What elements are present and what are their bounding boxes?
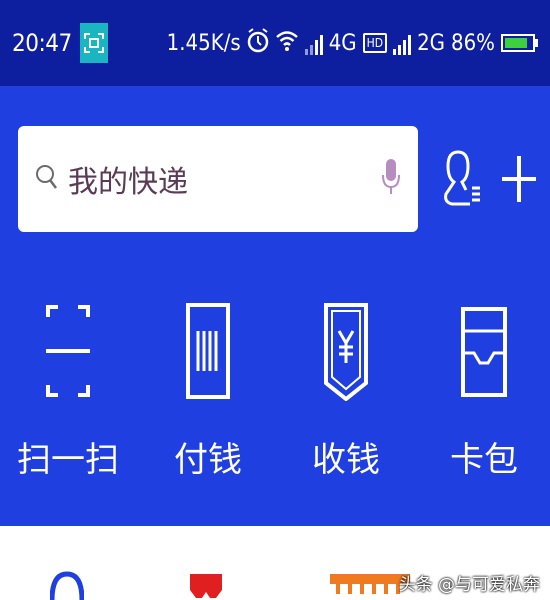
search-icon xyxy=(34,162,60,196)
status-time: 20:47 xyxy=(12,29,72,57)
search-input[interactable]: 我的快递 xyxy=(18,126,418,232)
signal-icon-2 xyxy=(393,31,412,55)
hd-badge: HD xyxy=(362,33,388,53)
status-indicators: 1.45K/s 4G HD 2G 86% xyxy=(167,27,538,59)
screenshot-icon xyxy=(79,23,108,63)
network-4g: 4G xyxy=(328,30,357,56)
contacts-icon[interactable] xyxy=(440,144,484,214)
watermark: 头条 @与可爱私奔 xyxy=(398,575,540,595)
card-wallet-button[interactable]: 卡包 xyxy=(424,296,544,496)
alarm-icon xyxy=(247,27,269,59)
tab-home-icon[interactable] xyxy=(49,570,85,600)
pay-button[interactable]: 付钱 xyxy=(148,296,268,496)
plus-icon[interactable] xyxy=(498,148,540,210)
battery-percent: 86% xyxy=(451,30,495,56)
card-wallet-label: 卡包 xyxy=(450,440,518,480)
card-wallet-icon xyxy=(452,296,516,406)
pay-label: 付钱 xyxy=(174,440,242,480)
status-bar: 20:47 1.45K/s 4G HD 2G 86% xyxy=(0,0,550,86)
signal-icon xyxy=(304,31,323,55)
scan-button[interactable]: 扫一扫 xyxy=(8,296,128,496)
receive-money-label: 收钱 xyxy=(312,440,380,480)
net-speed: 1.45K/s xyxy=(166,30,241,56)
microphone-icon[interactable] xyxy=(380,157,402,201)
network-2g: 2G xyxy=(417,30,445,56)
search-placeholder: 我的快递 xyxy=(68,165,188,200)
home-header: 我的快递 扫一扫 付钱 收钱 卡包 xyxy=(0,86,550,526)
pay-code-icon xyxy=(176,296,240,406)
scan-label: 扫一扫 xyxy=(17,440,119,480)
bottom-content: 头条 @与可爱私奔 xyxy=(0,526,550,600)
battery-icon xyxy=(501,34,538,52)
receive-money-button[interactable]: 收钱 xyxy=(286,296,406,496)
quick-actions: 扫一扫 付钱 收钱 卡包 xyxy=(0,296,550,496)
scan-icon xyxy=(36,296,100,406)
tab-glasses-icon[interactable] xyxy=(188,572,224,600)
receive-money-icon xyxy=(314,296,378,406)
wifi-icon xyxy=(275,29,299,57)
